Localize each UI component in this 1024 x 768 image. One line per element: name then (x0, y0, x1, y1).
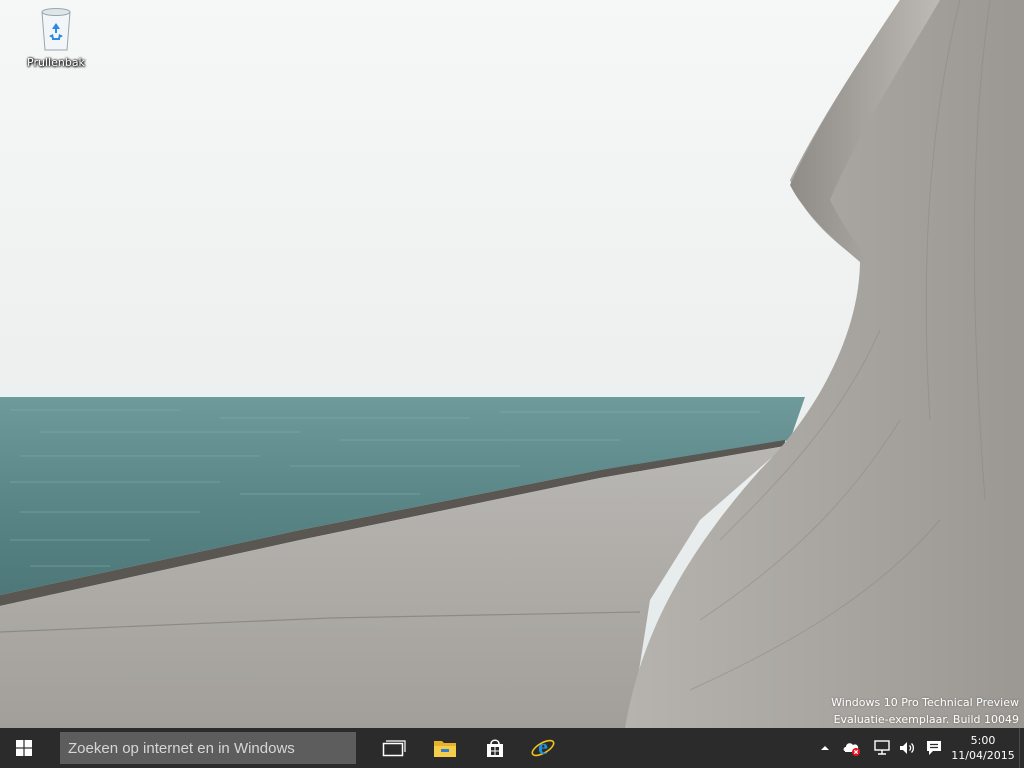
clock-time: 5:00 (970, 734, 996, 747)
action-center-button[interactable] (922, 728, 946, 768)
show-desktop-button[interactable] (1019, 728, 1024, 768)
task-view-icon (382, 740, 406, 757)
onedrive-tray-button[interactable] (840, 728, 864, 768)
clock[interactable]: 5:00 11/04/2015 (950, 730, 1016, 766)
watermark-line-edition: Windows 10 Pro Technical Preview (831, 696, 1019, 709)
clock-date: 11/04/2015 (951, 749, 1015, 762)
store-icon (487, 739, 503, 757)
volume-tray-button[interactable] (896, 728, 918, 768)
internet-explorer-icon: e (531, 735, 555, 759)
recycle-bin-icon (41, 8, 71, 51)
watermark-line-build: Evaluatie-exemplaar. Build 10049 (833, 713, 1019, 726)
wallpaper (0, 0, 1024, 728)
store-button[interactable] (473, 728, 517, 768)
search-box[interactable]: Zoeken op internet en in Windows (60, 732, 356, 764)
file-explorer-button[interactable] (423, 728, 467, 768)
start-button[interactable] (0, 728, 48, 768)
show-hidden-icons-button[interactable] (816, 728, 834, 768)
windows-logo-icon (16, 740, 32, 756)
recycle-bin-label: Prullenbak (27, 56, 85, 69)
build-watermark: Windows 10 Pro Technical Preview Evaluat… (831, 694, 1019, 728)
chevron-up-icon (821, 746, 829, 750)
internet-explorer-button[interactable]: e (521, 728, 565, 768)
file-explorer-icon (434, 741, 456, 757)
search-placeholder: Zoeken op internet en in Windows (68, 739, 295, 757)
network-tray-button[interactable] (870, 728, 894, 768)
onedrive-error-icon (843, 743, 860, 756)
desktop[interactable]: Prullenbak Windows 10 Pro Technical Prev… (0, 0, 1024, 728)
action-center-icon (927, 741, 941, 755)
recycle-bin-shortcut[interactable]: Prullenbak (18, 6, 94, 76)
svg-text:e: e (538, 735, 548, 759)
task-view-button[interactable] (372, 728, 416, 768)
network-icon (874, 740, 890, 755)
taskbar: Zoeken op internet en in Windows e 5:00 … (0, 728, 1024, 768)
volume-icon (900, 742, 915, 754)
